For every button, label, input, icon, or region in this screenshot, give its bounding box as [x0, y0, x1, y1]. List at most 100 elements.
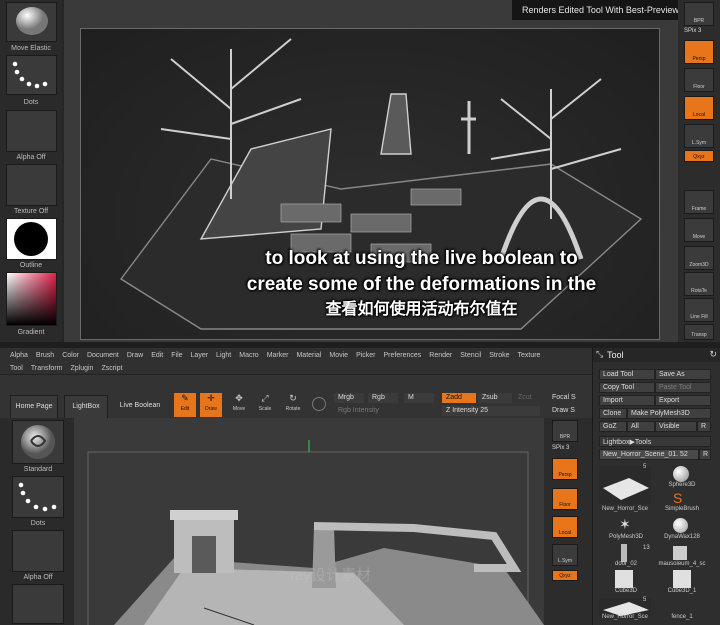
- export-button[interactable]: Export: [655, 395, 711, 406]
- live-boolean-button[interactable]: Live Boolean: [114, 395, 166, 419]
- zcut-button[interactable]: Zcut: [514, 393, 540, 403]
- menu-item[interactable]: Macro: [239, 352, 258, 359]
- transp-button[interactable]: Transp: [684, 324, 714, 340]
- lightbox-button[interactable]: LightBox: [64, 395, 108, 419]
- simplebrush-thumb-icon[interactable]: S: [673, 490, 682, 506]
- rotate-tool-button[interactable]: ↻ Rotate: [282, 393, 304, 417]
- menu-item[interactable]: Zplugin: [70, 365, 93, 372]
- menu-item[interactable]: Render: [429, 352, 452, 359]
- menu-item[interactable]: Light: [216, 352, 231, 359]
- refresh-icon[interactable]: ↻: [709, 349, 717, 360]
- menu-item[interactable]: Preferences: [384, 352, 422, 359]
- rgb-button[interactable]: Rgb: [368, 393, 398, 403]
- menu-item[interactable]: Brush: [36, 352, 54, 359]
- local-button-2[interactable]: Local: [552, 516, 578, 538]
- qxyz-button[interactable]: Qxyz: [684, 150, 714, 162]
- floor-button-2[interactable]: Floor: [552, 488, 578, 510]
- texture-off-button[interactable]: [6, 164, 57, 206]
- z-intensity-slider[interactable]: Z Intensity 25: [442, 406, 540, 416]
- paste-tool-button[interactable]: Paste Tool: [655, 382, 711, 393]
- standard-brush-button[interactable]: [12, 420, 64, 464]
- bpr-button-2[interactable]: BPR: [552, 420, 578, 442]
- menu-item[interactable]: Edit: [151, 352, 163, 359]
- menu-item[interactable]: File: [171, 352, 182, 359]
- line-fill-button[interactable]: Line Fill: [684, 298, 714, 322]
- mrgb-button[interactable]: Mrgb: [334, 393, 364, 403]
- lightbox-tools-button[interactable]: Lightbox▶Tools: [599, 436, 711, 447]
- move-tool-button[interactable]: ✥ Move: [228, 393, 250, 417]
- menu-item[interactable]: Draw: [127, 352, 143, 359]
- goz-button[interactable]: GoZ: [599, 421, 627, 432]
- zadd-button[interactable]: Zadd: [442, 393, 476, 403]
- menu-item[interactable]: Picker: [356, 352, 375, 359]
- color-picker[interactable]: [6, 272, 57, 326]
- home-page-button[interactable]: Home Page: [10, 395, 58, 419]
- lsym-button[interactable]: L.Sym: [684, 124, 714, 148]
- qxyz-button-2[interactable]: Qxyz: [552, 570, 578, 581]
- floor-button[interactable]: Floor: [684, 68, 714, 92]
- brush-move-elastic-button[interactable]: [6, 2, 57, 42]
- menu-item[interactable]: Transform: [31, 365, 63, 372]
- scale-button[interactable]: ⤢ Scale: [254, 393, 276, 417]
- menu-item[interactable]: Movie: [329, 352, 348, 359]
- dots-stroke-button[interactable]: [12, 476, 64, 518]
- material-outline-button[interactable]: [6, 218, 57, 260]
- gizmo-icon[interactable]: [312, 397, 326, 411]
- load-tool-button[interactable]: Load Tool: [599, 369, 655, 380]
- focal-shift-slider[interactable]: Focal S: [548, 393, 588, 403]
- rotate-button[interactable]: RotaTe: [684, 272, 714, 296]
- mausoleum-thumb-icon[interactable]: [673, 546, 687, 560]
- current-tool-r-button[interactable]: R: [699, 449, 711, 460]
- cube3d-1-thumb-icon[interactable]: [673, 570, 691, 588]
- all-button[interactable]: All: [627, 421, 655, 432]
- m-button[interactable]: M: [404, 393, 434, 403]
- polymesh-thumb-icon[interactable]: ✶: [619, 516, 631, 533]
- menu-item[interactable]: Document: [87, 352, 119, 359]
- qxyz-label-2: Qxyz: [559, 573, 571, 579]
- menu-item[interactable]: Alpha: [10, 352, 28, 359]
- frame-button[interactable]: Frame: [684, 190, 714, 214]
- menu-item[interactable]: Texture: [517, 352, 540, 359]
- import-button[interactable]: Import: [599, 395, 655, 406]
- persp-button[interactable]: Persp: [684, 40, 714, 64]
- edit-button[interactable]: ✎ Edit: [174, 393, 196, 417]
- dynawax-thumb-icon[interactable]: [673, 518, 688, 533]
- standard-brush-icon: [21, 425, 55, 459]
- menu-item[interactable]: Material: [296, 352, 321, 359]
- save-as-button[interactable]: Save As: [655, 369, 711, 380]
- texture-button-2[interactable]: [12, 584, 64, 624]
- lsym-button-2[interactable]: L.Sym: [552, 544, 578, 566]
- draw-button[interactable]: ✛ Draw: [200, 393, 222, 417]
- zsub-button[interactable]: Zsub: [478, 393, 512, 403]
- menu-item[interactable]: Marker: [267, 352, 289, 359]
- menu-item[interactable]: Tool: [10, 365, 23, 372]
- persp-button-2[interactable]: Persp: [552, 458, 578, 480]
- r-button[interactable]: R: [697, 421, 711, 432]
- bpr-button[interactable]: BPR: [684, 2, 714, 26]
- cube3d-thumb-icon[interactable]: [615, 570, 633, 588]
- current-tool-slider[interactable]: New_Horror_Scene_01. 52: [599, 449, 699, 460]
- make-polymesh-button[interactable]: Make PolyMesh3D: [627, 408, 711, 419]
- copy-tool-button[interactable]: Copy Tool: [599, 382, 655, 393]
- menu-item[interactable]: Stencil: [460, 352, 481, 359]
- menu-item[interactable]: Zscript: [101, 365, 122, 372]
- draw-size-slider[interactable]: Draw S: [548, 406, 588, 416]
- menu-item[interactable]: Layer: [191, 352, 209, 359]
- thumb-horror-scene[interactable]: [599, 466, 651, 504]
- stroke-dots-button[interactable]: [6, 55, 57, 95]
- rgb-intensity-slider[interactable]: Rgb Intensity: [334, 406, 438, 416]
- sphere-thumb-icon[interactable]: [673, 466, 689, 482]
- move-button[interactable]: Move: [684, 218, 714, 242]
- zoom3d-button[interactable]: Zoom3D: [684, 246, 714, 270]
- top-viewport[interactable]: Renders Edited Tool With Best-Preview Re…: [64, 0, 678, 342]
- visible-button[interactable]: Visible: [655, 421, 697, 432]
- clone-button[interactable]: Clone: [599, 408, 627, 419]
- menu-item[interactable]: Color: [62, 352, 79, 359]
- alpha-off-button-2[interactable]: [12, 530, 64, 572]
- bottom-viewport[interactable]: [74, 418, 544, 625]
- menu-item[interactable]: Stroke: [489, 352, 509, 359]
- alpha-off-button[interactable]: [6, 110, 57, 152]
- door-thumb-icon[interactable]: [621, 544, 627, 562]
- subtitle-line-1: to look at using the live boolean to: [265, 248, 578, 269]
- local-button[interactable]: Local: [684, 96, 714, 120]
